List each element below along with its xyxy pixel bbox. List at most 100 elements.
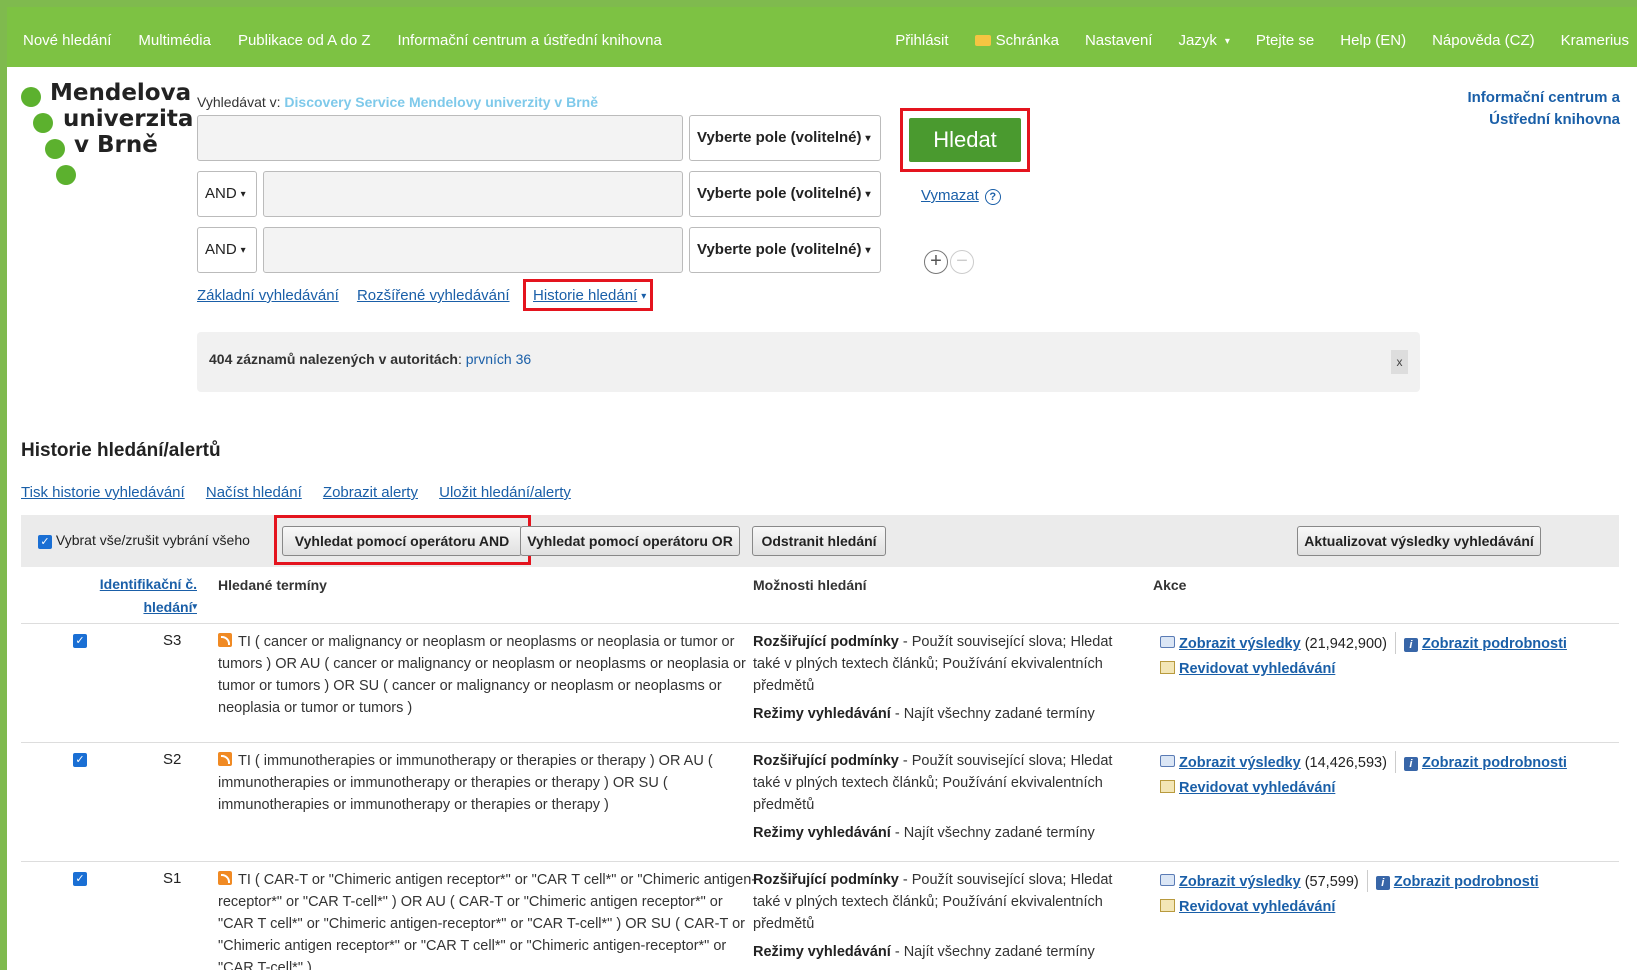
refresh-results-button[interactable]: Aktualizovat výsledky vyhledávání	[1297, 526, 1541, 556]
show-results-link[interactable]: Zobrazit výsledky	[1179, 874, 1301, 890]
info-icon: i	[1403, 757, 1418, 771]
table-row: ✓ S3 TI ( cancer or malignancy or neopla…	[21, 624, 1619, 741]
nav-kramerius[interactable]: Kramerius	[1561, 32, 1629, 49]
show-details-link[interactable]: Zobrazit podrobnosti	[1422, 636, 1567, 652]
nav-help-cz[interactable]: Nápověda (CZ)	[1432, 32, 1535, 49]
pencil-icon	[1160, 899, 1175, 912]
search-terms-text: TI ( immunotherapies or immunotherapy or…	[218, 753, 713, 813]
authority-notice-text: 404 záznamů nalezených v autoritách: prv…	[209, 351, 531, 367]
load-search-link[interactable]: Načíst hledání	[206, 484, 302, 501]
bool-select-2[interactable]: AND ▾	[197, 171, 257, 217]
close-icon[interactable]: x	[1391, 350, 1408, 374]
history-actions: Tisk historie vyhledávání Načíst hledání…	[21, 484, 588, 501]
nav-language[interactable]: Jazyk ▾	[1178, 32, 1229, 49]
info-icon: i	[1403, 638, 1418, 652]
column-search-id[interactable]: Identifikační č. hledání▾	[87, 573, 197, 618]
logo-dot	[33, 113, 53, 133]
bool-select-3[interactable]: AND ▾	[197, 227, 257, 273]
column-search-id-line1: Identifikační č.	[99, 576, 197, 592]
table-row: ✓ S2 TI ( immunotherapies or immunothera…	[21, 743, 1619, 860]
info-center-line2: Ústřední knihovna	[1489, 111, 1620, 128]
caret-down-icon: ▾	[865, 133, 871, 144]
search-in-label: Vyhledávat v:	[197, 94, 281, 110]
search-input-1[interactable]	[197, 115, 683, 161]
show-alerts-link[interactable]: Zobrazit alerty	[323, 484, 418, 501]
show-details-link[interactable]: Zobrazit podrobnosti	[1422, 755, 1567, 771]
plus-icon[interactable]: +	[924, 250, 948, 274]
divider	[1394, 751, 1396, 773]
bool-label: AND	[205, 241, 237, 258]
pencil-icon	[1160, 780, 1175, 793]
rss-icon[interactable]	[218, 871, 232, 885]
search-modes-label: Režimy vyhledávání	[753, 944, 891, 960]
nav-folder[interactable]: Schránka	[974, 32, 1059, 49]
search-database-name[interactable]: Discovery Service Mendelovy univerzity v…	[284, 94, 598, 110]
checkbox-icon[interactable]: ✓	[73, 753, 87, 767]
top-nav-right: Přihlásit Schránka Nastavení Jazyk ▾ Ptej…	[869, 32, 1629, 49]
clear-link[interactable]: Vymazat	[921, 187, 979, 204]
show-results-link[interactable]: Zobrazit výsledky	[1179, 755, 1301, 771]
nav-settings[interactable]: Nastavení	[1085, 32, 1153, 49]
expanders-label: Rozšiřující podmínky	[753, 753, 899, 769]
caret-down-icon: ▾	[1224, 36, 1230, 47]
info-center-link[interactable]: Informační centrum a Ústřední knihovna	[1467, 87, 1620, 131]
rss-icon[interactable]	[218, 633, 232, 647]
search-options: Rozšiřující podmínky - Použít souvisejíc…	[753, 631, 1133, 725]
nav-new-search[interactable]: Nové hledání	[23, 32, 111, 49]
minus-icon: −	[950, 250, 974, 274]
nav-ask[interactable]: Ptejte se	[1256, 32, 1314, 49]
revise-search-link[interactable]: Revidovat vyhledávání	[1179, 899, 1335, 915]
search-terms-text: TI ( cancer or malignancy or neoplasm or…	[218, 634, 746, 716]
select-all[interactable]: ✓ Vybrat vše/zrušit vybrání všeho	[38, 532, 250, 549]
tab-advanced-search[interactable]: Rozšířené vyhledávání	[357, 287, 510, 304]
search-modes-value: - Najít všechny zadané termíny	[890, 706, 1095, 722]
caret-down-icon: ▾	[641, 291, 647, 302]
logo-text-line1: Mendelova	[50, 80, 192, 106]
pencil-icon	[1160, 661, 1175, 674]
nav-info-center[interactable]: Informační centrum a ústřední knihovna	[398, 32, 662, 49]
authority-notice: 404 záznamů nalezených v autoritách: prv…	[197, 332, 1420, 392]
remove-search-button[interactable]: Odstranit hledání	[752, 526, 886, 556]
search-terms: TI ( cancer or malignancy or neoplasm or…	[218, 631, 758, 719]
authority-count: 404 záznamů nalezených v autoritách	[209, 351, 458, 367]
help-icon[interactable]: ?	[984, 189, 1001, 205]
revise-search-link[interactable]: Revidovat vyhledávání	[1179, 780, 1335, 796]
column-actions: Akce	[1153, 577, 1187, 593]
university-logo[interactable]: Mendelova univerzita v Brně	[21, 80, 193, 200]
print-history-link[interactable]: Tisk historie vyhledávání	[21, 484, 185, 501]
info-icon: i	[1375, 876, 1390, 890]
nav-help-en[interactable]: Help (EN)	[1340, 32, 1406, 49]
nav-login[interactable]: Přihlásit	[895, 32, 948, 49]
row-actions: Zobrazit výsledky (57,599) i Zobrazit podr…	[1160, 870, 1539, 915]
magnifier-icon	[1160, 755, 1175, 767]
search-button[interactable]: Hledat	[909, 118, 1021, 162]
checkbox-icon[interactable]: ✓	[73, 634, 87, 648]
field-select-1[interactable]: Vyberte pole (volitelné) ▾	[689, 115, 881, 161]
tab-search-history[interactable]: Historie hledání	[533, 287, 637, 304]
search-input-3[interactable]	[263, 227, 683, 273]
rss-icon[interactable]	[218, 752, 232, 766]
history-toolbar: ✓ Vybrat vše/zrušit vybrání všeho Vyhled…	[21, 515, 1619, 567]
nav-multimedia[interactable]: Multimédia	[138, 32, 211, 49]
checkbox-icon[interactable]: ✓	[38, 535, 52, 549]
logo-dot	[21, 87, 41, 107]
checkbox-icon[interactable]: ✓	[73, 872, 87, 886]
divider	[1366, 870, 1368, 892]
search-or-button[interactable]: Vyhledat pomocí operátoru OR	[520, 526, 740, 556]
revise-search-link[interactable]: Revidovat vyhledávání	[1179, 661, 1335, 677]
search-input-2[interactable]	[263, 171, 683, 217]
save-search-link[interactable]: Uložit hledání/alerty	[439, 484, 571, 501]
authority-first-link[interactable]: prvních 36	[466, 351, 531, 367]
field-select-2[interactable]: Vyberte pole (volitelné) ▾	[689, 171, 881, 217]
search-mode-tabs: Základní vyhledávání Rozšířené vyhledává…	[197, 287, 524, 304]
search-terms-text: TI ( CAR-T or "Chimeric antigen receptor…	[218, 872, 757, 970]
search-and-button[interactable]: Vyhledat pomocí operátoru AND	[282, 526, 522, 556]
field-select-3[interactable]: Vyberte pole (volitelné) ▾	[689, 227, 881, 273]
search-options: Rozšiřující podmínky - Použít souvisejíc…	[753, 869, 1133, 963]
row-add-remove: + −	[924, 250, 976, 274]
show-results-link[interactable]: Zobrazit výsledky	[1179, 636, 1301, 652]
show-details-link[interactable]: Zobrazit podrobnosti	[1394, 874, 1539, 890]
nav-folder-label: Schránka	[995, 32, 1059, 49]
tab-basic-search[interactable]: Základní vyhledávání	[197, 287, 339, 304]
nav-publications-az[interactable]: Publikace od A do Z	[238, 32, 371, 49]
